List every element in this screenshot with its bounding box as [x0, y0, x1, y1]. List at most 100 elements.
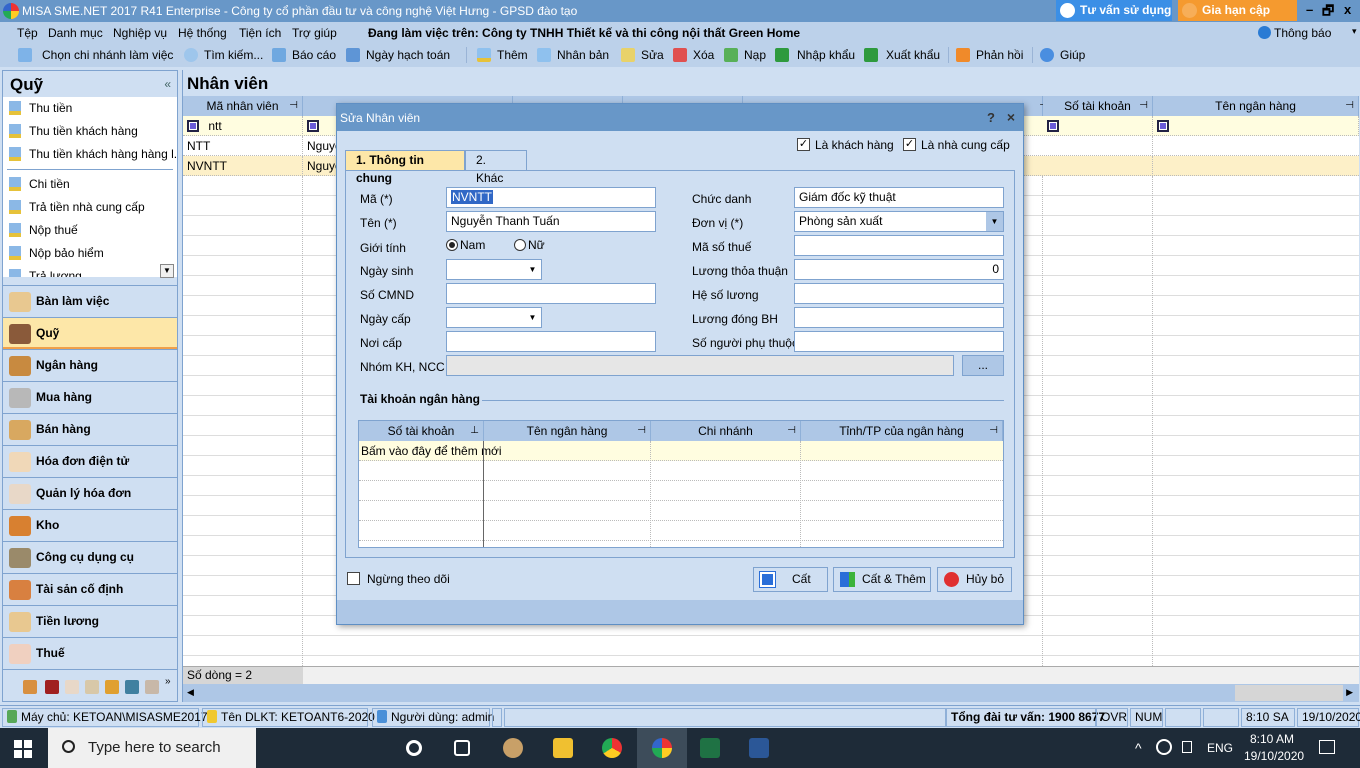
module-workspace[interactable]: Bàn làm việc: [3, 285, 177, 317]
table-row[interactable]: [359, 501, 1003, 521]
cancel-button[interactable]: Hủy bỏ: [937, 567, 1012, 592]
network-icon[interactable]: [1156, 739, 1172, 755]
tool-delete[interactable]: Xóa: [673, 48, 714, 62]
list-item[interactable]: Trả tiền nhà cung cấp: [3, 196, 177, 218]
pin-icon[interactable]: ⊥: [470, 421, 479, 441]
save-and-add-button[interactable]: Cất & Thêm: [833, 567, 931, 592]
module-tools[interactable]: Công cụ dụng cụ: [3, 541, 177, 573]
task-view-icon[interactable]: [454, 740, 470, 756]
module-cash[interactable]: Quỹ: [3, 317, 177, 349]
gender-female-radio[interactable]: [514, 239, 526, 251]
pin-icon[interactable]: ⊣: [637, 421, 646, 441]
dialog-title-bar[interactable]: Sửa Nhân viên ? ×: [337, 104, 1023, 131]
tool-search[interactable]: Tìm kiếm...: [184, 48, 263, 62]
word-icon[interactable]: [749, 738, 769, 758]
list-item[interactable]: Thu tiền khách hàng hàng l...: [3, 143, 177, 165]
misa-app-icon[interactable]: [652, 738, 672, 758]
chrome-icon[interactable]: [602, 738, 622, 758]
column-header-bank[interactable]: Tên ngân hàng ⊣: [1153, 96, 1359, 116]
tool-add[interactable]: Thêm: [477, 48, 528, 62]
add-new-row[interactable]: Bấm vào đây để thêm mới: [359, 441, 1003, 461]
mini-module-icon[interactable]: [145, 680, 159, 694]
volume-muted-icon[interactable]: [1182, 741, 1192, 753]
module-sales[interactable]: Bán hàng: [3, 413, 177, 445]
horizontal-scrollbar[interactable]: ◀ ▶: [183, 684, 1359, 702]
issue-date-picker[interactable]: ▼: [446, 307, 542, 328]
stop-tracking-checkbox[interactable]: [347, 572, 360, 585]
module-e-invoice[interactable]: Hóa đơn điện tử: [3, 445, 177, 477]
minimize-button[interactable]: –: [1306, 2, 1313, 17]
pin-icon[interactable]: ⊣: [1139, 96, 1148, 116]
taskbar-time[interactable]: 8:10 AM: [1250, 732, 1294, 746]
name-input[interactable]: Nguyễn Thanh Tuấn: [446, 211, 656, 232]
list-item[interactable]: Thu tiền: [3, 97, 177, 119]
mini-module-icon[interactable]: [65, 680, 79, 694]
help-button[interactable]: ?: [987, 110, 995, 125]
position-input[interactable]: Giám đốc kỹ thuật: [794, 187, 1004, 208]
menu-utilities[interactable]: Tiện ích: [239, 26, 281, 40]
bank-column-account[interactable]: Số tài khoản ⊥: [359, 421, 484, 441]
tool-duplicate[interactable]: Nhân bản: [537, 48, 609, 62]
list-item[interactable]: Trả lương: [3, 265, 177, 277]
id-input[interactable]: [446, 283, 656, 304]
menu-file[interactable]: Tệp: [17, 26, 38, 40]
taskbar-search[interactable]: Type here to search: [48, 728, 256, 768]
chevron-down-icon[interactable]: ▼: [524, 260, 541, 279]
module-warehouse[interactable]: Kho: [3, 509, 177, 541]
scroll-thumb[interactable]: [1235, 685, 1343, 701]
gender-male-radio[interactable]: [446, 239, 458, 251]
tool-branch[interactable]: Chọn chi nhánh làm việc: [18, 48, 173, 62]
tool-report[interactable]: Báo cáo: [272, 48, 336, 62]
restore-button[interactable]: 🗗: [1322, 2, 1334, 24]
menu-help[interactable]: Trợ giúp: [292, 26, 337, 40]
save-button[interactable]: Cất: [753, 567, 828, 592]
column-header-code[interactable]: Mã nhân viên ⊣: [183, 96, 303, 116]
list-item[interactable]: Thu tiền khách hàng: [3, 120, 177, 142]
bank-column-branch[interactable]: Chi nhánh ⊣: [651, 421, 801, 441]
cortana-icon[interactable]: [406, 740, 422, 756]
language-indicator[interactable]: ENG: [1207, 741, 1233, 755]
tool-posting-date[interactable]: Ngày hạch toán: [346, 48, 450, 62]
tab-other[interactable]: 2. Khác: [465, 150, 527, 185]
consult-button[interactable]: Tư vấn sử dụng: [1056, 0, 1172, 21]
module-fixed-assets[interactable]: Tài sản cố định: [3, 573, 177, 605]
filter-cell[interactable]: ntt: [183, 116, 303, 136]
module-tax[interactable]: Thuế: [3, 637, 177, 669]
table-row[interactable]: [359, 521, 1003, 541]
chevron-down-icon[interactable]: ▼: [986, 212, 1003, 231]
code-input[interactable]: NVNTT: [446, 187, 656, 208]
filter-cell[interactable]: [1043, 116, 1153, 136]
filter-icon[interactable]: [1047, 120, 1059, 132]
list-item[interactable]: Nộp bảo hiểm: [3, 242, 177, 264]
paint-icon[interactable]: [503, 738, 523, 758]
tray-expand-icon[interactable]: ^: [1135, 740, 1142, 756]
table-row[interactable]: [359, 481, 1003, 501]
filter-icon[interactable]: [187, 120, 199, 132]
module-invoice-management[interactable]: Quản lý hóa đơn: [3, 477, 177, 509]
filter-cell[interactable]: [1153, 116, 1359, 136]
tool-import[interactable]: Nhập khẩu: [775, 48, 855, 62]
module-bank[interactable]: Ngân hàng: [3, 349, 177, 381]
is-customer-checkbox[interactable]: ✓: [797, 138, 810, 151]
file-explorer-icon[interactable]: [553, 738, 573, 758]
notification-dropdown[interactable]: ▾: [1352, 26, 1357, 37]
list-item[interactable]: Nộp thuế: [3, 219, 177, 241]
scroll-down-button[interactable]: ▼: [160, 264, 174, 278]
renew-button[interactable]: Gia hạn cập nhật: [1178, 0, 1297, 37]
tool-help[interactable]: Giúp: [1040, 48, 1085, 62]
insurance-salary-input[interactable]: [794, 307, 1004, 328]
table-row[interactable]: [359, 461, 1003, 481]
tool-reload[interactable]: Nạp: [724, 48, 766, 62]
chevron-down-icon[interactable]: ▼: [524, 308, 541, 327]
is-supplier-checkbox[interactable]: ✓: [903, 138, 916, 151]
taskbar-date[interactable]: 19/10/2020: [1244, 749, 1304, 763]
column-header-account[interactable]: Số tài khoản ⊣: [1043, 96, 1153, 116]
scroll-left-icon[interactable]: ◀: [187, 687, 194, 698]
agreed-salary-input[interactable]: 0: [794, 259, 1004, 280]
filter-icon[interactable]: [1157, 120, 1169, 132]
module-payroll[interactable]: Tiền lương: [3, 605, 177, 637]
menu-system[interactable]: Hệ thống: [178, 26, 227, 40]
list-item[interactable]: Chi tiền: [3, 173, 177, 195]
dialog-close-button[interactable]: ×: [1007, 109, 1015, 125]
bank-column-province[interactable]: Tỉnh/TP của ngân hàng ⊣: [801, 421, 1003, 441]
